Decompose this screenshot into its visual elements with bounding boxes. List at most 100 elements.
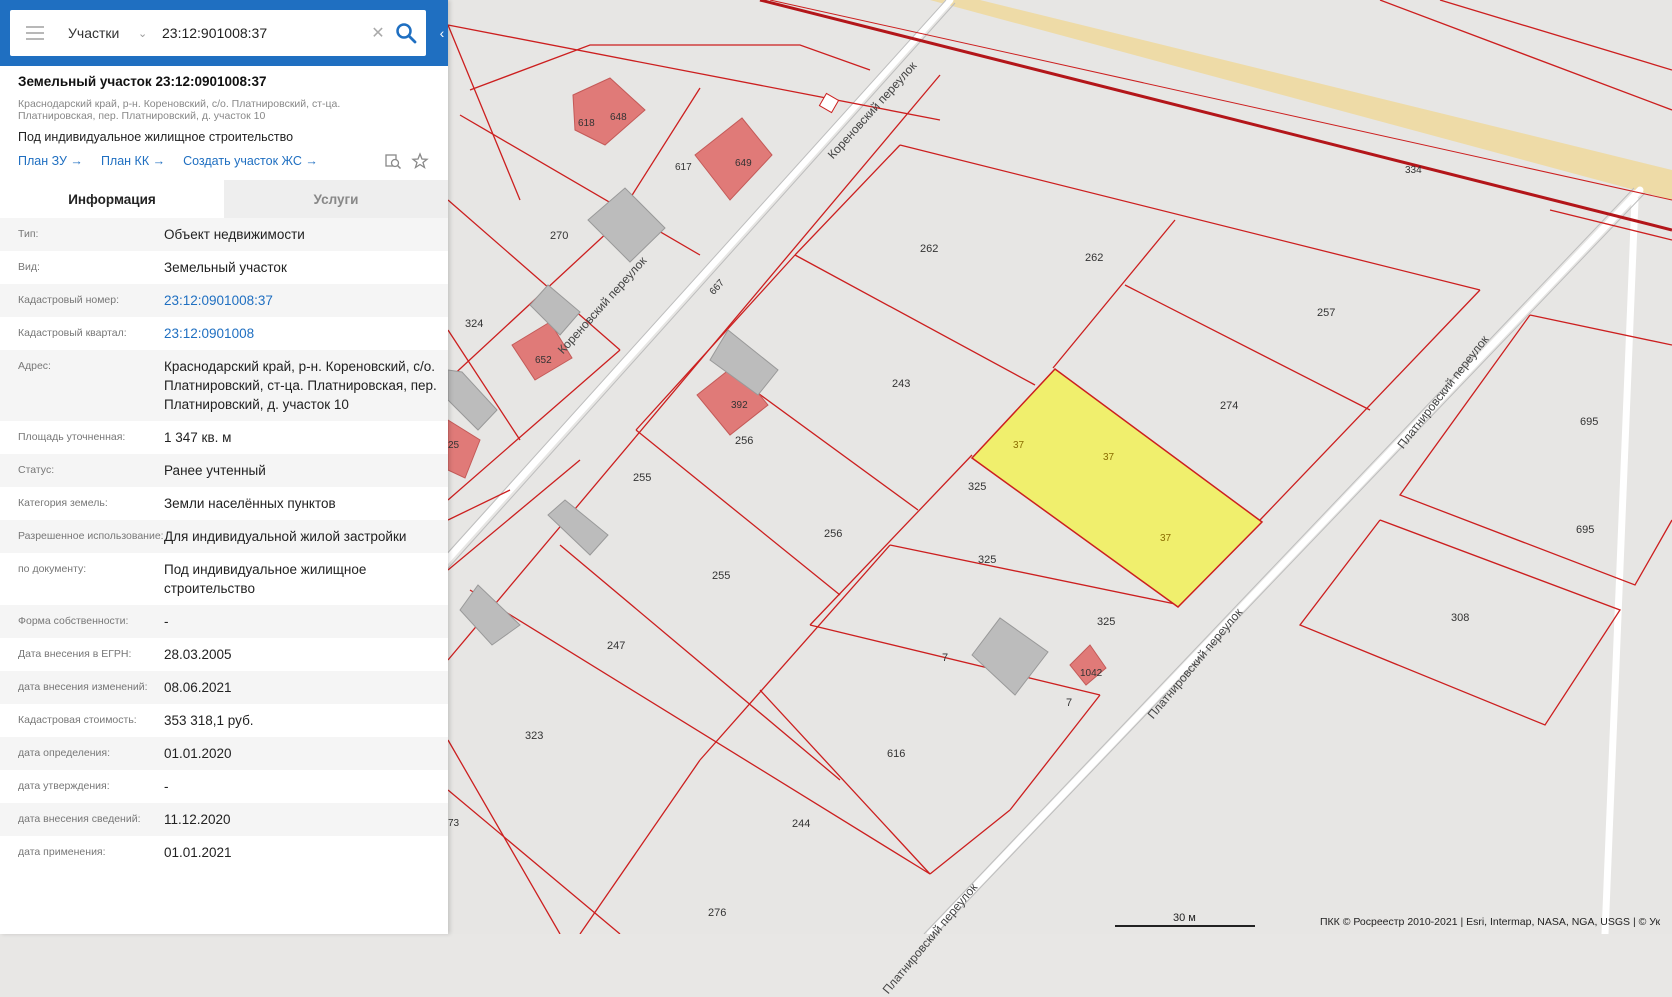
- parcel-label: 37: [1160, 533, 1172, 544]
- parcel-label: 695: [1580, 416, 1599, 428]
- attribute-row: Адрес: Краснодарский край, р-н. Кореновск…: [0, 350, 448, 421]
- parcel-label: 25: [448, 440, 460, 451]
- parcel-label: 1042: [1080, 668, 1103, 679]
- attribute-row: Кадастровый номер: 23:12:0901008:37: [0, 284, 448, 317]
- plan-zu-link[interactable]: План ЗУ →: [18, 154, 83, 168]
- parcel-label: 247: [607, 640, 626, 652]
- parcel-label: 616: [887, 748, 906, 760]
- search-icon[interactable]: [395, 22, 417, 44]
- row-label: Дата внесения в ЕГРН:: [18, 648, 132, 660]
- attribute-row: дата определения: 01.01.2020: [0, 737, 448, 770]
- attribute-list: Тип: Объект недвижимости Вид: Земельный уч…: [0, 218, 448, 869]
- chevron-down-icon[interactable]: ⌄: [138, 27, 150, 40]
- parcel-label: 648: [610, 112, 627, 123]
- row-label: дата внесения изменений:: [18, 681, 148, 693]
- parcel-links: План ЗУ → План КК → Создать участок ЖС →: [18, 154, 318, 168]
- row-label: Тип:: [18, 228, 39, 240]
- parcel-label: 695: [1576, 524, 1595, 536]
- parcel-label: 262: [920, 243, 939, 255]
- row-value: 01.01.2021: [164, 845, 232, 860]
- street-label: Кореновский переулок: [824, 58, 920, 162]
- row-value: Объект недвижимости: [164, 227, 305, 242]
- parcel-label: 255: [633, 472, 652, 484]
- parcel-label: 325: [968, 481, 987, 493]
- create-parcel-link[interactable]: Создать участок ЖС →: [183, 154, 318, 168]
- plan-kk-link[interactable]: План КК →: [101, 154, 165, 168]
- parcel-purpose: Под индивидуальное жилищное строительств…: [18, 130, 294, 144]
- row-label: дата утверждения:: [18, 780, 110, 792]
- parcel-label: 73: [448, 818, 460, 829]
- attribute-row: по документу: Под индивидуальное жилищное…: [0, 553, 448, 605]
- row-label: Адрес:: [18, 360, 51, 372]
- parcel-label: 7: [942, 652, 949, 664]
- attribute-row: Категория земель: Земли населённых пункто…: [0, 487, 448, 520]
- parcel-label: 617: [675, 162, 692, 173]
- parcel-address: Краснодарский край, р-н. Кореновский, с/…: [18, 98, 341, 122]
- row-value: 28.03.2005: [164, 647, 232, 662]
- parcel-label: 652: [535, 355, 552, 366]
- parcel-title: Земельный участок 23:12:0901008:37: [18, 74, 267, 89]
- row-label: Площадь уточненная:: [18, 431, 126, 443]
- street-label: Платнировский переулок: [1144, 605, 1246, 722]
- search-input[interactable]: [162, 25, 367, 41]
- row-value: 08.06.2021: [164, 680, 232, 695]
- row-label: Форма собственности:: [18, 615, 129, 627]
- row-value: 353 318,1 руб.: [164, 713, 254, 728]
- info-panel: Участки ⌄ ✕ ‹ Земельный участок 23:12:09…: [0, 0, 448, 934]
- attribute-row: Кадастровая стоимость: 353 318,1 руб.: [0, 704, 448, 737]
- row-label: Статус:: [18, 464, 55, 476]
- row-value: 11.12.2020: [164, 812, 231, 827]
- attribute-row: Кадастровый квартал: 23:12:0901008: [0, 317, 448, 350]
- search-type-select[interactable]: Участки: [68, 25, 138, 41]
- row-label: по документу:: [18, 563, 87, 575]
- parcel-label: 274: [1220, 400, 1239, 412]
- attribute-row: Тип: Объект недвижимости: [0, 218, 448, 251]
- row-label: Вид:: [18, 261, 40, 273]
- row-label: Кадастровая стоимость:: [18, 714, 137, 726]
- row-label: дата применения:: [18, 846, 106, 858]
- parcel-label: 262: [1085, 252, 1104, 264]
- star-icon[interactable]: [411, 152, 429, 170]
- search-box: Участки ⌄ ✕: [10, 10, 426, 56]
- street-label: Кореновский переулок: [554, 253, 650, 357]
- tab-info[interactable]: Информация: [0, 180, 224, 218]
- zoom-to-icon[interactable]: [384, 152, 402, 170]
- parcel-label: 257: [1317, 307, 1336, 319]
- parcel-label: 243: [892, 378, 911, 390]
- row-label: Кадастровый номер:: [18, 294, 120, 306]
- cadastral-quarter-link[interactable]: 23:12:0901008: [164, 317, 444, 350]
- parcel-label: 323: [525, 730, 544, 742]
- parcel-label: 270: [550, 230, 569, 242]
- parcel-label: 334: [1405, 165, 1422, 176]
- row-label: дата внесения сведений:: [18, 813, 141, 825]
- parcel-label: 7: [1066, 697, 1073, 709]
- attribute-row: Статус: Ранее учтенный: [0, 454, 448, 487]
- parcel-label: 256: [735, 435, 754, 447]
- attribute-row: Форма собственности: -: [0, 605, 448, 638]
- parcel-label: 618: [578, 118, 595, 129]
- cadastral-number-link[interactable]: 23:12:0901008:37: [164, 284, 444, 317]
- row-label: дата определения:: [18, 747, 111, 759]
- row-label: Кадастровый квартал:: [18, 327, 127, 339]
- parcel-label: 244: [792, 818, 811, 830]
- attribute-row: Вид: Земельный участок: [0, 251, 448, 284]
- attribute-row: дата внесения сведений: 11.12.2020: [0, 803, 448, 836]
- parcel-label: 255: [712, 570, 731, 582]
- row-value: Ранее учтенный: [164, 463, 266, 478]
- row-value: -: [164, 614, 169, 629]
- clear-icon[interactable]: ✕: [369, 23, 387, 43]
- attribute-row: Разрешенное использование: Для индивидуал…: [0, 520, 448, 553]
- attribute-row: дата внесения изменений: 08.06.2021: [0, 671, 448, 704]
- search-bar: Участки ⌄ ✕ ‹: [0, 0, 448, 66]
- attribute-row: Площадь уточненная: 1 347 кв. м: [0, 421, 448, 454]
- parcel-label: 308: [1451, 612, 1470, 624]
- row-value: Земли населённых пунктов: [164, 496, 336, 511]
- parcel-label: 392: [731, 400, 748, 411]
- tab-services[interactable]: Услуги: [224, 180, 448, 218]
- collapse-panel-icon[interactable]: ‹: [436, 0, 448, 66]
- parcel-label: 325: [1097, 616, 1116, 628]
- map-attribution: ПКК © Росреестр 2010-2021 | Esri, Interm…: [1320, 916, 1661, 928]
- parcel-label: 324: [465, 318, 484, 330]
- menu-icon[interactable]: [26, 26, 44, 40]
- row-label: Разрешенное использование:: [18, 530, 164, 542]
